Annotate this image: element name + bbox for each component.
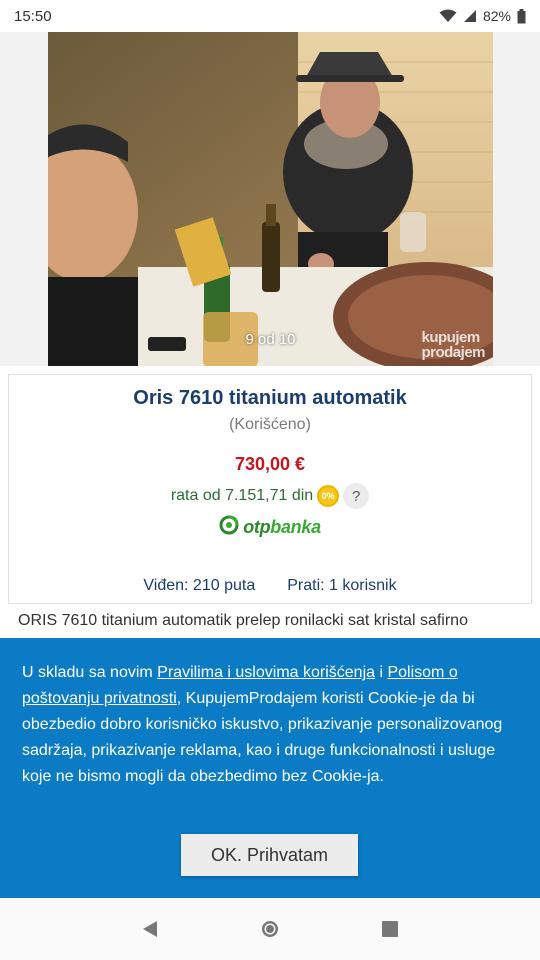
- installment-text: rata od 7.151,71 din: [170, 487, 314, 504]
- otp-leaf-icon: [219, 515, 239, 540]
- status-icons: 82%: [439, 8, 526, 24]
- image-gallery[interactable]: 9 od 10 kupujem prodajem: [0, 32, 540, 366]
- terms-link[interactable]: Pravilima i uslovima korišćenja: [157, 664, 375, 681]
- photo-illustration: [48, 32, 493, 366]
- watermark-logo: kupujem prodajem: [421, 329, 485, 361]
- battery-icon: [517, 8, 526, 24]
- listing-stats: Viđen: 210 puta Prati: 1 korisnik: [9, 577, 531, 595]
- listing-photo[interactable]: 9 od 10 kupujem prodajem: [48, 32, 493, 366]
- status-time: 15:50: [14, 7, 52, 25]
- bank-name: otpbanka: [243, 517, 321, 537]
- signal-icon: [463, 9, 477, 23]
- listing-card: Oris 7610 titanium automatik (Korišćeno)…: [8, 374, 532, 604]
- status-bar: 15:50 82%: [0, 0, 540, 32]
- listing-price: 730,00 €: [234, 454, 306, 474]
- home-icon[interactable]: [250, 909, 290, 949]
- back-icon[interactable]: [130, 909, 170, 949]
- battery-label: 82%: [482, 8, 511, 24]
- cookie-banner: U skladu sa novim Pravilima i uslovima k…: [0, 638, 540, 898]
- accept-cookies-button[interactable]: OK. Prihvatam: [181, 834, 358, 876]
- listing-description: ORIS 7610 titanium automatik prelep roni…: [18, 612, 468, 629]
- cookie-text: U skladu sa novim Pravilima i uslovima k…: [22, 664, 503, 785]
- followers-count: Prati: 1 korisnik: [287, 577, 397, 594]
- zero-percent-badge: 0%: [317, 485, 340, 507]
- listing-condition: (Korišćeno): [229, 416, 311, 433]
- listing-title: Oris 7610 titanium automatik: [133, 387, 407, 409]
- bank-logo[interactable]: otpbanka: [9, 515, 531, 540]
- installment-help-button[interactable]: ?: [343, 483, 370, 509]
- installment-row: rata od 7.151,71 din 0% ?: [9, 483, 531, 509]
- views-count: Viđen: 210 puta: [143, 577, 256, 594]
- wifi-icon: [439, 9, 457, 23]
- recents-icon[interactable]: [370, 909, 410, 949]
- system-nav-bar: [0, 898, 540, 960]
